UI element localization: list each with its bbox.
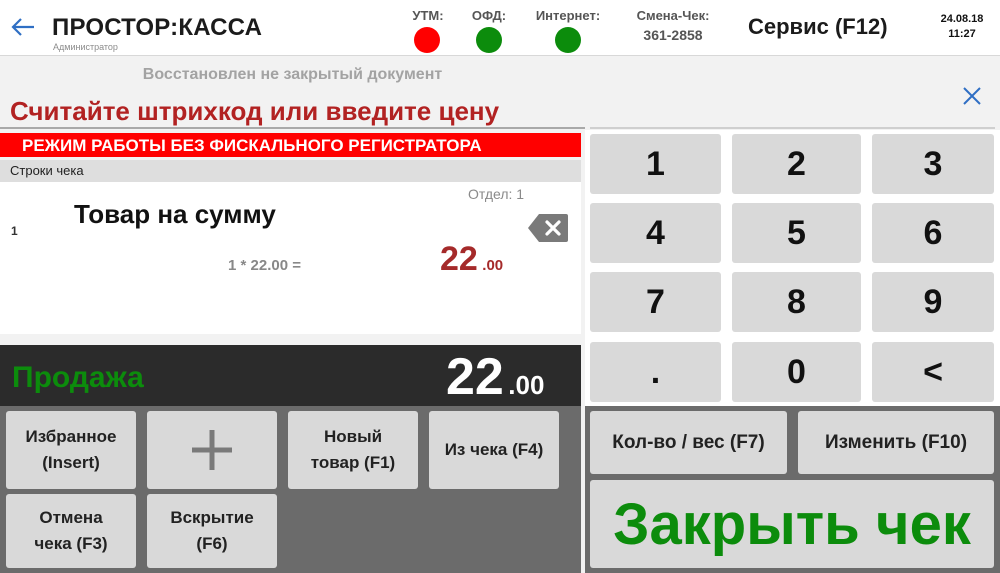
- new-item-label-2: товар (F1): [310, 453, 396, 472]
- key-4[interactable]: 4: [590, 203, 721, 263]
- favorites-button[interactable]: Избранное (Insert): [6, 411, 136, 489]
- line-item-total-int: 22: [440, 240, 478, 278]
- keypad-divider: [590, 127, 995, 129]
- key-dot[interactable]: .: [590, 342, 721, 402]
- scan-prompt: Считайте штрихкод или введите цену: [10, 96, 500, 126]
- summary-total-int: 22: [446, 348, 504, 406]
- utm-status-indicator: [414, 27, 440, 53]
- key-5[interactable]: 5: [732, 203, 861, 263]
- cancel-check-button[interactable]: Отмена чека (F3): [6, 494, 136, 568]
- shift-check-label: Смена-Чек:: [636, 8, 710, 23]
- arrow-left-icon: [11, 18, 34, 36]
- line-item-number: 1: [11, 224, 18, 238]
- restored-notice: Восстановлен не закрытый документ: [142, 66, 443, 83]
- qty-weight-button[interactable]: Кол-во / вес (F7): [590, 411, 787, 474]
- from-receipt-button[interactable]: Из чека (F4): [429, 411, 559, 489]
- open-label-2: (F6): [196, 534, 228, 553]
- close-check-button[interactable]: Закрыть чек: [590, 480, 994, 568]
- delete-line-button[interactable]: [527, 213, 569, 243]
- plus-icon: [192, 430, 232, 470]
- time-text: 11:27: [948, 28, 976, 40]
- cancel-label-1: Отмена: [39, 508, 103, 527]
- close-button[interactable]: [960, 84, 984, 108]
- line-item-calc: 1 * 22.00 =: [228, 257, 301, 274]
- prompt-divider: [0, 127, 585, 129]
- internet-status-indicator: [555, 27, 581, 53]
- line-item-name[interactable]: Товар на сумму: [74, 199, 276, 230]
- line-item-total: 22 .00: [440, 240, 503, 279]
- ofd-status-label: ОФД:: [471, 8, 507, 23]
- open-label-1: Вскрытие: [170, 508, 254, 527]
- ofd-status-indicator: [476, 27, 502, 53]
- line-item-total-frac: .00: [482, 257, 504, 274]
- date-text: 24.08.18: [940, 13, 984, 25]
- summary-total: 22 .00: [446, 347, 544, 407]
- add-button[interactable]: [147, 411, 277, 489]
- open-package-button[interactable]: Вскрытие (F6): [147, 494, 277, 568]
- service-button[interactable]: Сервис (F12): [748, 14, 888, 40]
- datetime: 24.08.18 11:27: [930, 12, 994, 42]
- new-item-label-1: Новый: [323, 427, 383, 446]
- operation-label: Продажа: [12, 361, 144, 394]
- mode-banner: РЕЖИМ РАБОТЫ БЕЗ ФИСКАЛЬНОГО РЕГИСТРАТОР…: [0, 133, 581, 157]
- favorites-label-2: (Insert): [42, 453, 100, 472]
- utm-status-label: УТМ:: [412, 8, 444, 23]
- key-7[interactable]: 7: [590, 272, 721, 332]
- rows-header: Строки чека: [0, 160, 581, 182]
- key-9[interactable]: 9: [872, 272, 994, 332]
- key-0[interactable]: 0: [732, 342, 861, 402]
- close-icon: [963, 87, 981, 105]
- cancel-label-2: чека (F3): [34, 534, 108, 553]
- edit-button[interactable]: Изменить (F10): [798, 411, 994, 474]
- back-button[interactable]: [8, 12, 38, 42]
- backspace-icon: [528, 214, 568, 242]
- key-8[interactable]: 8: [732, 272, 861, 332]
- summary-total-frac: .00: [508, 370, 545, 400]
- key-2[interactable]: 2: [732, 134, 861, 194]
- key-3[interactable]: 3: [872, 134, 994, 194]
- internet-status-label: Интернет:: [535, 8, 601, 23]
- line-item-department: Отдел: 1: [468, 186, 525, 202]
- key-backspace[interactable]: <: [872, 342, 994, 402]
- shift-check-value: 361-2858: [643, 27, 703, 43]
- app-title: ПРОСТОР:КАССА: [52, 14, 263, 41]
- key-1[interactable]: 1: [590, 134, 721, 194]
- user-role: Администратор: [53, 42, 118, 52]
- key-6[interactable]: 6: [872, 203, 994, 263]
- favorites-label-1: Избранное: [25, 427, 117, 446]
- new-item-button[interactable]: Новый товар (F1): [288, 411, 418, 489]
